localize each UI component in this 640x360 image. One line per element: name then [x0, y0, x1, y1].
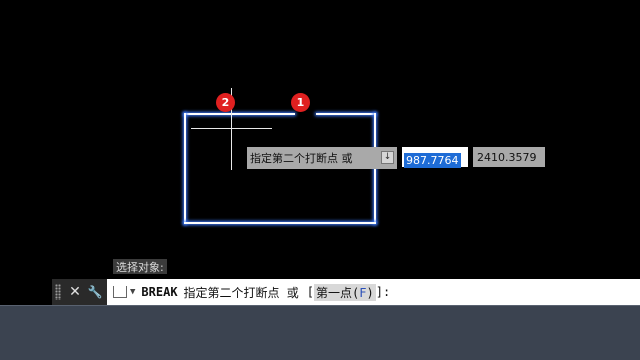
options-arrow-icon[interactable]: ↓	[381, 151, 394, 164]
dynamic-input-prompt: 指定第二个打断点 或 ↓	[247, 147, 397, 169]
option-key-close: )	[366, 285, 374, 300]
dynamic-input-prompt-text: 指定第二个打断点 或	[250, 152, 353, 165]
rectangle-left-edge[interactable]	[184, 113, 186, 224]
command-name: BREAK	[141, 285, 178, 299]
customize-wrench-icon[interactable]: 🔧	[85, 285, 105, 299]
marker-1: 1	[291, 93, 310, 112]
bracket-close: ]:	[375, 285, 391, 299]
status-bar	[0, 305, 640, 360]
chevron-down-icon[interactable]: ▼	[130, 287, 135, 297]
rectangle-top-left-segment[interactable]	[184, 113, 295, 115]
drawing-canvas[interactable]: 2 1 指定第二个打断点 或 ↓ 987.7764 2410.3579	[0, 0, 640, 305]
option-key: F	[359, 285, 367, 300]
recent-commands-icon[interactable]	[113, 286, 127, 298]
drag-grip-icon[interactable]	[55, 284, 61, 300]
dynamic-input-x-field[interactable]: 987.7764	[402, 147, 468, 168]
dynamic-input-y-field[interactable]: 2410.3579	[473, 147, 545, 167]
option-first-point[interactable]: 第一点(F)	[314, 283, 376, 301]
marker-2: 2	[216, 93, 235, 112]
rectangle-bottom-edge[interactable]	[184, 222, 376, 224]
command-input[interactable]: ▼ BREAK 指定第二个打断点 或 [ 第一点(F) ]:	[107, 279, 640, 305]
command-prompt: 指定第二个打断点 或	[183, 285, 299, 300]
command-line-bar: ✕ 🔧 ▼ BREAK 指定第二个打断点 或 [ 第一点(F) ]:	[52, 279, 640, 305]
rectangle-top-right-segment[interactable]	[316, 113, 376, 115]
dynamic-input-x-value[interactable]: 987.7764	[404, 153, 461, 168]
command-history: 选择对象:	[113, 259, 167, 274]
status-divider	[0, 305, 640, 306]
bracket-open: [	[306, 285, 315, 299]
close-icon[interactable]: ✕	[65, 284, 85, 300]
option-first-point-label: 第一点	[316, 285, 353, 300]
